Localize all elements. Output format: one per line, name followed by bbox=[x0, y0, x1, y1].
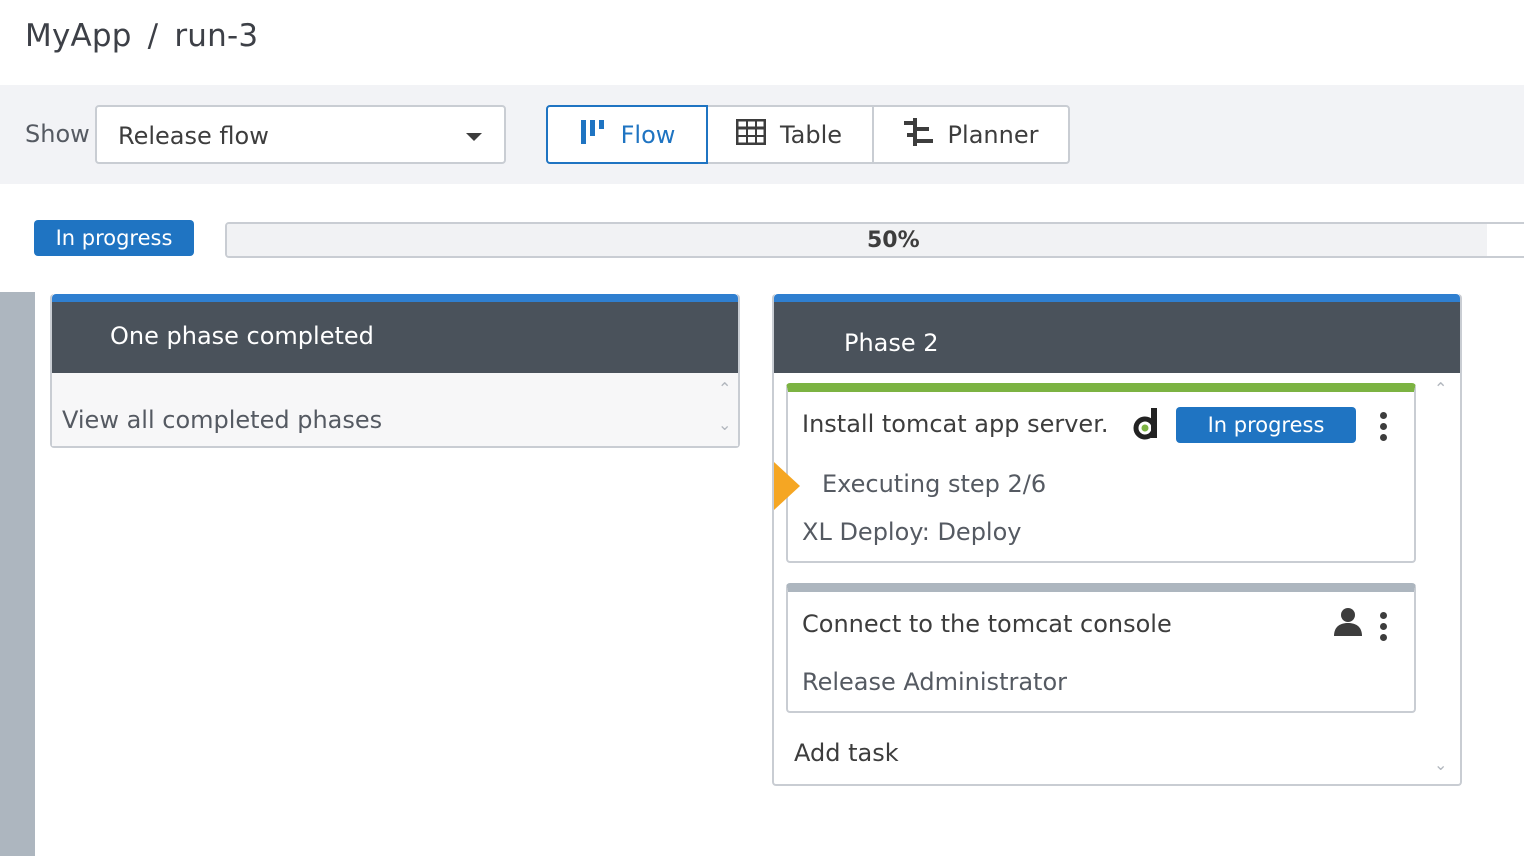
breadcrumb: MyApp / run-3 bbox=[25, 18, 258, 54]
task-title: Install tomcat app server. bbox=[802, 410, 1109, 438]
task-step: Executing step 2/6 bbox=[822, 470, 1047, 498]
phase-header: One phase completed bbox=[52, 294, 738, 373]
table-icon bbox=[735, 118, 767, 151]
tab-flow[interactable]: Flow bbox=[546, 105, 708, 164]
phase-header: Phase 2 bbox=[774, 294, 1460, 373]
user-icon bbox=[1333, 606, 1363, 640]
tab-planner-label: Planner bbox=[947, 120, 1039, 149]
task-status-badge: In progress bbox=[1176, 407, 1356, 443]
scroll-down-icon[interactable]: ⌄ bbox=[1434, 755, 1447, 774]
caret-down-icon bbox=[466, 133, 482, 141]
phase-2: Phase 2 Install tomcat app server. In pr… bbox=[772, 294, 1462, 786]
xl-deploy-icon bbox=[1133, 408, 1159, 440]
scroll-up-icon[interactable]: ⌃ bbox=[1434, 379, 1447, 398]
phase-body: View all completed phases ⌃ ⌄ bbox=[52, 373, 738, 446]
tab-table-label: Table bbox=[779, 120, 843, 149]
tab-flow-label: Flow bbox=[620, 120, 676, 149]
task-card[interactable]: Connect to the tomcat console Release Ad… bbox=[786, 583, 1416, 713]
phase-completed: One phase completed View all completed p… bbox=[50, 294, 740, 448]
view-completed-phases-link[interactable]: View all completed phases bbox=[62, 406, 382, 434]
phase-scrollbar[interactable]: ⌃ ⌄ bbox=[1432, 373, 1450, 784]
breadcrumb-separator: / bbox=[147, 18, 159, 54]
task-title: Connect to the tomcat console bbox=[802, 610, 1172, 638]
more-options-icon[interactable] bbox=[1380, 412, 1390, 445]
scroll-down-icon[interactable]: ⌄ bbox=[718, 415, 731, 434]
task-assignee: Release Administrator bbox=[802, 668, 1068, 696]
left-collapsed-panel[interactable] bbox=[0, 292, 35, 856]
breadcrumb-run: run-3 bbox=[174, 18, 259, 54]
scroll-up-icon[interactable]: ⌃ bbox=[718, 379, 731, 398]
more-options-icon[interactable] bbox=[1380, 612, 1390, 645]
phase-body: Install tomcat app server. In progress E… bbox=[774, 373, 1460, 784]
show-label: Show bbox=[25, 120, 90, 148]
tab-planner[interactable]: Planner bbox=[872, 105, 1070, 164]
planner-icon bbox=[903, 117, 934, 152]
progress-percent: 50% bbox=[867, 228, 920, 253]
active-task-marker bbox=[774, 462, 800, 510]
release-progress-bar: 50% bbox=[225, 222, 1524, 258]
phase-title: One phase completed bbox=[110, 322, 374, 350]
tab-table[interactable]: Table bbox=[706, 105, 874, 164]
progress-fill bbox=[227, 224, 1488, 256]
breadcrumb-app[interactable]: MyApp bbox=[25, 18, 132, 54]
view-select[interactable]: Release flow bbox=[95, 105, 506, 164]
task-type: XL Deploy: Deploy bbox=[802, 518, 1022, 546]
phase-title: Phase 2 bbox=[844, 329, 939, 357]
release-status-badge: In progress bbox=[34, 220, 194, 256]
add-task-link[interactable]: Add task bbox=[794, 739, 899, 767]
task-card[interactable]: Install tomcat app server. In progress E… bbox=[774, 383, 1416, 563]
flow-icon bbox=[579, 118, 607, 152]
view-select-value: Release flow bbox=[118, 122, 269, 150]
